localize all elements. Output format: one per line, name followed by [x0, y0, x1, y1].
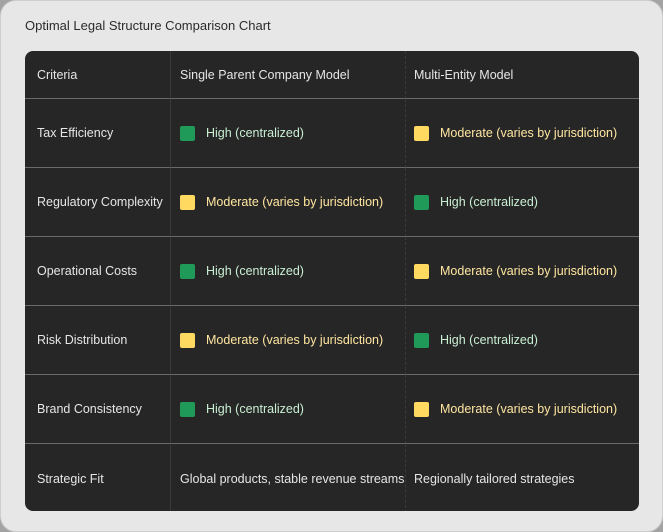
single-model-cell: Moderate (varies by jurisdiction): [171, 168, 406, 237]
rating-square-icon: [414, 263, 429, 279]
rating-square-icon: [180, 125, 195, 141]
rating-square-icon: [180, 263, 195, 279]
rating-square-icon: [414, 125, 429, 141]
rating-text: Moderate (varies by jurisdiction): [206, 333, 384, 347]
header-criteria: Criteria: [25, 51, 171, 99]
rating-square-icon: [180, 194, 195, 210]
header-single-parent: Single Parent Company Model: [171, 51, 406, 99]
rating-text: High (centralized): [440, 195, 538, 209]
rating-text: Moderate (varies by jurisdiction): [440, 402, 618, 416]
rating-text: High (centralized): [440, 333, 538, 347]
rating-text: Moderate (varies by jurisdiction): [440, 264, 618, 278]
single-model-cell: High (centralized): [171, 99, 406, 168]
comparison-table: Criteria Single Parent Company Model Mul…: [25, 51, 639, 511]
single-model-cell: High (centralized): [171, 237, 406, 306]
rating-square-icon: [414, 401, 429, 417]
page-title: Optimal Legal Structure Comparison Chart: [25, 18, 271, 33]
row-criteria: Regulatory Complexity: [25, 168, 171, 237]
multi-model-cell: Moderate (varies by jurisdiction): [406, 237, 639, 306]
rating-text: Moderate (varies by jurisdiction): [206, 195, 384, 209]
rating-square-icon: [414, 332, 429, 348]
row-criteria: Operational Costs: [25, 237, 171, 306]
single-model-cell: High (centralized): [171, 375, 406, 444]
rating-square-icon: [414, 194, 429, 210]
rating-text: High (centralized): [206, 126, 304, 140]
multi-model-cell: Regionally tailored strategies: [414, 471, 575, 486]
chart-card: Optimal Legal Structure Comparison Chart…: [0, 0, 663, 532]
single-model-cell: Moderate (varies by jurisdiction): [171, 306, 406, 375]
rating-text: High (centralized): [206, 402, 304, 416]
rating-text: High (centralized): [206, 264, 304, 278]
single-model-cell: Global products, stable revenue streams: [171, 444, 406, 511]
row-criteria: Strategic Fit: [25, 444, 171, 511]
header-multi-entity: Multi-Entity Model: [406, 51, 639, 99]
row-criteria: Tax Efficiency: [25, 99, 171, 168]
row-criteria: Brand Consistency: [25, 375, 171, 444]
row-criteria: Risk Distribution: [25, 306, 171, 375]
rating-square-icon: [180, 401, 195, 417]
multi-model-cell: Moderate (varies by jurisdiction): [406, 375, 639, 444]
rating-square-icon: [180, 332, 195, 348]
rating-text: Moderate (varies by jurisdiction): [440, 126, 618, 140]
multi-model-cell: High (centralized): [406, 168, 639, 237]
multi-model-cell: High (centralized): [406, 306, 639, 375]
multi-model-cell: Moderate (varies by jurisdiction): [406, 99, 639, 168]
